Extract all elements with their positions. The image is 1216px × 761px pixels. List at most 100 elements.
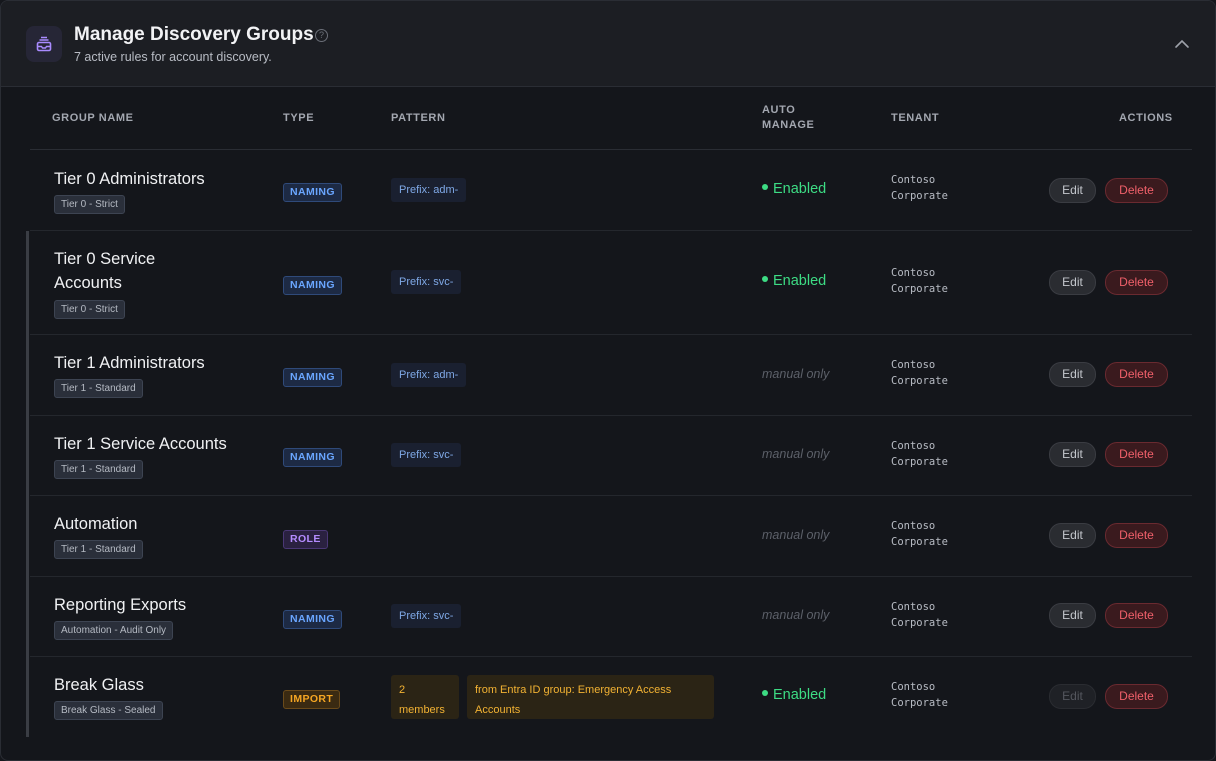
import-source: from Entra ID group: Emergency Access Acc…: [467, 675, 714, 719]
table-row[interactable]: Break Glass Break Glass - Sealed IMPORT …: [30, 657, 1192, 737]
delete-button[interactable]: Delete: [1105, 178, 1168, 203]
group-name: Automation: [54, 515, 138, 533]
type-badge: NAMING: [283, 276, 342, 295]
edit-button[interactable]: Edit: [1049, 523, 1096, 548]
edit-button[interactable]: Edit: [1049, 270, 1096, 295]
tenant-line-1: Contoso: [891, 440, 936, 452]
tenant-name: Contoso Corporate: [891, 679, 948, 711]
group-name: Tier 1 Administrators: [54, 354, 205, 372]
delete-button[interactable]: Delete: [1105, 442, 1168, 467]
type-badge: ROLE: [283, 530, 328, 549]
auto-manage-status: manual only: [762, 367, 830, 381]
tenant-name: Contoso Corporate: [891, 357, 948, 389]
tenant-line-1: Contoso: [891, 601, 936, 613]
delete-button[interactable]: Delete: [1105, 270, 1168, 295]
page-subtitle: 7 active rules for account discovery.: [74, 50, 272, 64]
chevron-up-icon: [1175, 39, 1189, 48]
tenant-line-2: Corporate: [891, 617, 948, 629]
tenant-line-1: Contoso: [891, 681, 936, 693]
policy-badge: Tier 1 - Standard: [54, 540, 143, 559]
tenant-line-2: Corporate: [891, 456, 948, 468]
members-count: 2 members: [391, 675, 459, 719]
policy-badge: Tier 0 - Strict: [54, 300, 125, 319]
auto-manage-status: Enabled: [762, 181, 826, 197]
policy-badge: Automation - Audit Only: [54, 621, 174, 640]
edit-button[interactable]: Edit: [1049, 178, 1096, 203]
tenant-line-2: Corporate: [891, 190, 948, 202]
auto-manage-label: Enabled: [773, 687, 827, 703]
auto-manage-status: Enabled: [762, 273, 826, 289]
tenant-name: Contoso Corporate: [891, 438, 948, 470]
type-badge: NAMING: [283, 448, 342, 467]
tenant-line-2: Corporate: [891, 283, 948, 295]
tenant-line-2: Corporate: [891, 536, 948, 548]
question-circle-icon[interactable]: ?: [315, 29, 328, 42]
column-header-tenant[interactable]: TENANT: [891, 112, 939, 124]
column-header-group-name[interactable]: GROUP NAME: [52, 112, 134, 124]
table-row[interactable]: Reporting Exports Automation - Audit Onl…: [30, 577, 1192, 657]
tenant-name: Contoso Corporate: [891, 172, 948, 204]
policy-badge: Tier 1 - Standard: [54, 460, 143, 479]
members-count-value: 2: [399, 684, 406, 696]
panel-header: Manage Discovery Groups ? 7 active rules…: [1, 1, 1215, 87]
page-title: Manage Discovery Groups: [74, 24, 314, 45]
type-badge: IMPORT: [283, 690, 341, 709]
edit-button[interactable]: Edit: [1049, 603, 1096, 628]
tenant-line-1: Contoso: [891, 267, 936, 279]
row-group-rail: [26, 231, 29, 737]
table-row[interactable]: Tier 1 Administrators Tier 1 - Standard …: [30, 335, 1192, 416]
table-body: Tier 0 Administrators Tier 0 - Strict NA…: [26, 150, 1192, 737]
discovery-groups-panel: Manage Discovery Groups ? 7 active rules…: [0, 0, 1216, 761]
delete-button[interactable]: Delete: [1105, 603, 1168, 628]
import-source-line-1: from Entra ID group: Emergency Access: [475, 684, 672, 696]
pattern-chip: Prefix: svc-: [391, 270, 462, 294]
tenant-name: Contoso Corporate: [891, 518, 948, 550]
edit-button[interactable]: Edit: [1049, 362, 1096, 387]
inbox-stack-icon: [26, 26, 62, 62]
type-badge: NAMING: [283, 368, 342, 387]
delete-button[interactable]: Delete: [1105, 523, 1168, 548]
collapse-button[interactable]: [1169, 31, 1195, 57]
group-name-line-1: Tier 0 Service: [54, 250, 156, 268]
table-header: GROUP NAME TYPE PATTERN AUTO MANAGE TENA…: [30, 87, 1192, 150]
type-badge: NAMING: [283, 183, 342, 202]
column-header-auto[interactable]: AUTO: [762, 104, 795, 116]
column-header-type[interactable]: TYPE: [283, 112, 314, 124]
pattern-chip: Prefix: adm-: [391, 363, 467, 387]
tenant-name: Contoso Corporate: [891, 265, 948, 297]
policy-badge: Tier 1 - Standard: [54, 379, 143, 398]
tenant-line-1: Contoso: [891, 520, 936, 532]
auto-manage-status: Enabled: [762, 687, 826, 703]
column-header-manage[interactable]: MANAGE: [762, 119, 815, 131]
group-name-line-2: Accounts: [54, 274, 122, 292]
group-name: Tier 0 Administrators: [54, 170, 205, 188]
members-count-label: members: [399, 704, 445, 716]
tenant-line-1: Contoso: [891, 174, 936, 186]
tenant-line-2: Corporate: [891, 697, 948, 709]
auto-manage-label: Enabled: [773, 181, 827, 197]
table-row[interactable]: Tier 0 Service Accounts Tier 0 - Strict N…: [30, 231, 1192, 335]
status-dot: [762, 690, 768, 697]
status-dot: [762, 184, 768, 191]
tenant-line-2: Corporate: [891, 375, 948, 387]
edit-button[interactable]: Edit: [1049, 442, 1096, 467]
tenant-name: Contoso Corporate: [891, 599, 948, 631]
table-row[interactable]: Automation Tier 1 - Standard ROLE manual…: [30, 496, 1192, 577]
column-header-actions: ACTIONS: [1119, 112, 1173, 124]
table-row[interactable]: Tier 0 Administrators Tier 0 - Strict NA…: [30, 150, 1192, 231]
auto-manage-status: manual only: [762, 608, 830, 622]
edit-button[interactable]: Edit: [1049, 684, 1096, 709]
import-source-line-2: Accounts: [475, 704, 521, 716]
auto-manage-status: manual only: [762, 528, 830, 542]
group-name: Tier 0 Service Accounts: [54, 247, 155, 295]
pattern-chip: Prefix: svc-: [391, 604, 462, 628]
auto-manage-status: manual only: [762, 447, 830, 461]
pattern-chip: Prefix: svc-: [391, 443, 462, 467]
group-name: Break Glass: [54, 676, 144, 694]
column-header-pattern[interactable]: PATTERN: [391, 112, 446, 124]
delete-button[interactable]: Delete: [1105, 362, 1168, 387]
delete-button[interactable]: Delete: [1105, 684, 1168, 709]
groups-table: GROUP NAME TYPE PATTERN AUTO MANAGE TENA…: [26, 87, 1192, 737]
tenant-line-1: Contoso: [891, 359, 936, 371]
table-row[interactable]: Tier 1 Service Accounts Tier 1 - Standar…: [30, 416, 1192, 496]
